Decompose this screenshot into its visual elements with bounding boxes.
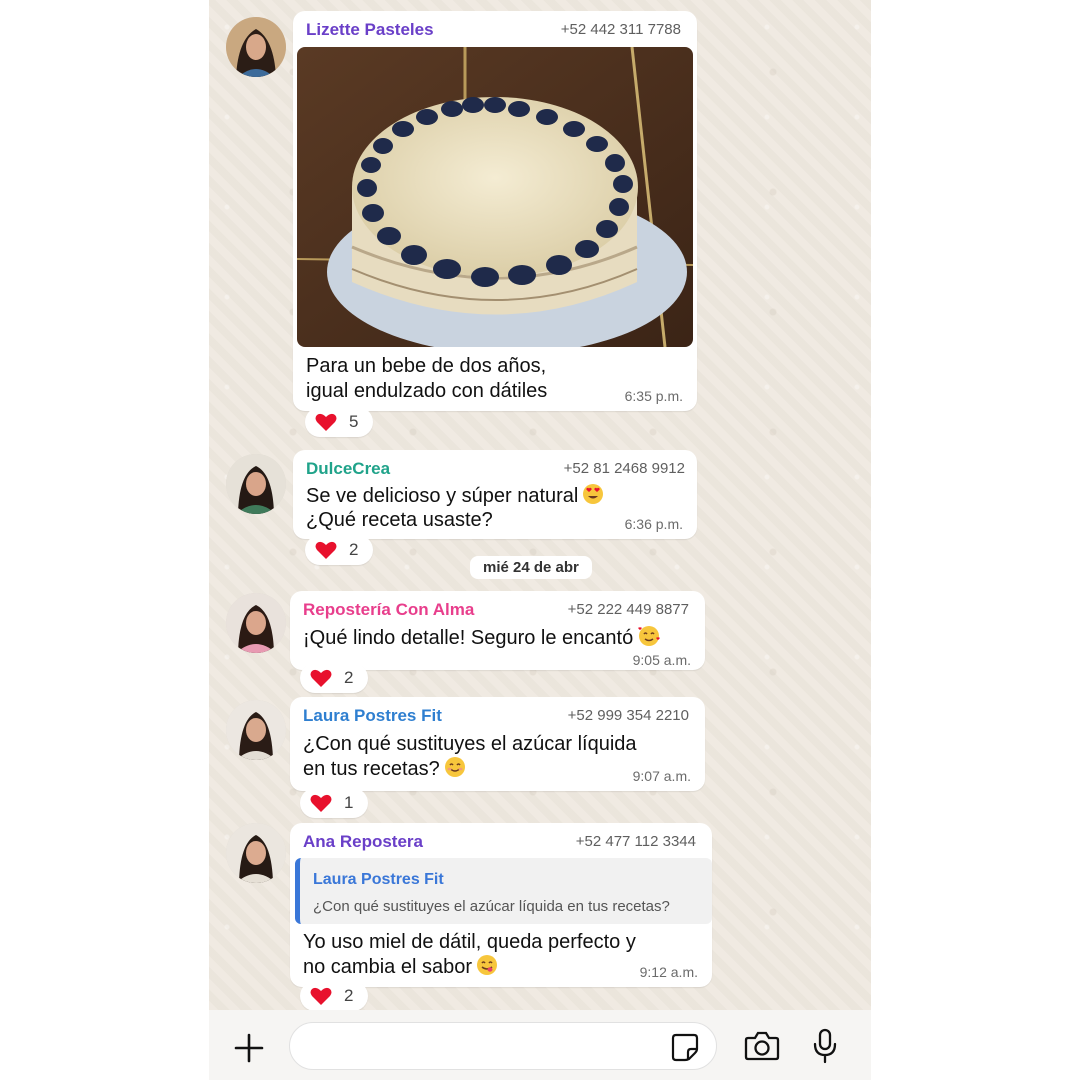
avatar[interactable]: [226, 823, 286, 883]
cake-photo[interactable]: [297, 47, 693, 347]
message-time: 6:36 p.m.: [624, 516, 683, 532]
reaction-count: 1: [344, 793, 354, 812]
message-time: 9:07 a.m.: [632, 768, 691, 784]
reaction-badge[interactable]: 2: [300, 663, 368, 693]
sender-phone: +52 222 449 8877: [567, 601, 689, 618]
sender-phone: +52 999 354 2210: [567, 707, 689, 724]
sender-phone: +52 442 311 7788: [560, 21, 681, 38]
avatar[interactable]: [226, 700, 286, 760]
sender-phone: +52 81 2468 9912: [563, 460, 685, 477]
reaction-badge[interactable]: 2: [300, 981, 368, 1011]
message-bubble[interactable]: Repostería Con Alma +52 222 449 8877 ¡Qu…: [290, 591, 705, 670]
reaction-badge[interactable]: 1: [300, 788, 368, 818]
quoted-sender: Laura Postres Fit: [313, 871, 444, 888]
heart-icon: [310, 669, 332, 687]
sender-name[interactable]: Ana Repostera: [303, 832, 423, 852]
quoted-message[interactable]: Laura Postres Fit ¿Con qué sustituyes el…: [295, 858, 712, 924]
sender-phone: +52 477 112 3344: [575, 833, 696, 850]
sticker-icon[interactable]: [670, 1032, 700, 1062]
heart-icon: [310, 987, 332, 1005]
sender-name[interactable]: Repostería Con Alma: [303, 600, 474, 620]
sender-name[interactable]: DulceCrea: [306, 459, 390, 479]
message-input[interactable]: [289, 1022, 717, 1070]
sender-name[interactable]: Lizette Pasteles: [306, 20, 434, 40]
sender-name[interactable]: Laura Postres Fit: [303, 706, 442, 726]
chat-area[interactable]: Lizette Pasteles +52 442 311 7788 Para u…: [209, 0, 871, 1080]
smiling-face-with-hearts-emoji-icon: [638, 626, 660, 646]
avatar[interactable]: [226, 593, 286, 653]
message-text: igual endulzado con dátiles: [306, 380, 548, 402]
message-text: ¿Con qué sustituyes el azúcar líquida: [303, 733, 637, 755]
heart-icon: [315, 541, 337, 559]
heart-icon: [315, 413, 337, 431]
message-text: ¿Qué receta usaste?: [306, 509, 493, 531]
message-bubble[interactable]: Laura Postres Fit +52 999 354 2210 ¿Con …: [290, 697, 705, 791]
smiling-face-emoji-icon: [444, 757, 465, 777]
heart-icon: [310, 794, 332, 812]
quoted-text: ¿Con qué sustituyes el azúcar líquida en…: [313, 898, 670, 915]
date-separator: mié 24 de abr: [470, 556, 592, 579]
camera-icon[interactable]: [744, 1030, 780, 1062]
message-text: en tus recetas?: [303, 756, 466, 782]
message-text: Yo uso miel de dátil, queda perfecto y: [303, 931, 636, 953]
message-bubble[interactable]: Lizette Pasteles +52 442 311 7788 Para u…: [293, 11, 697, 411]
reaction-badge[interactable]: 5: [305, 407, 373, 437]
plus-icon[interactable]: [233, 1032, 265, 1064]
reaction-badge[interactable]: 2: [305, 535, 373, 565]
reaction-count: 5: [349, 412, 359, 431]
reaction-count: 2: [344, 986, 354, 1005]
message-time: 9:05 a.m.: [632, 652, 691, 668]
message-time: 6:35 p.m.: [624, 388, 683, 404]
avatar[interactable]: [226, 454, 286, 514]
message-text: Se ve delicioso y súper natural: [306, 483, 604, 509]
message-bubble[interactable]: Ana Repostera +52 477 112 3344 Laura Pos…: [290, 823, 712, 987]
message-time: 9:12 a.m.: [639, 964, 698, 980]
microphone-icon[interactable]: [812, 1028, 838, 1064]
heart-eyes-emoji-icon: [583, 484, 604, 504]
message-text: ¡Qué lindo detalle! Seguro le encantó: [303, 625, 661, 651]
message-text: no cambia el sabor: [303, 954, 498, 980]
reaction-count: 2: [344, 668, 354, 687]
avatar[interactable]: [226, 17, 286, 77]
message-text: Para un bebe de dos años,: [306, 355, 547, 377]
input-bar: [209, 1010, 871, 1080]
message-bubble[interactable]: DulceCrea +52 81 2468 9912 Se ve delicio…: [293, 450, 697, 539]
yum-face-emoji-icon: [476, 955, 497, 975]
reaction-count: 2: [349, 540, 359, 559]
